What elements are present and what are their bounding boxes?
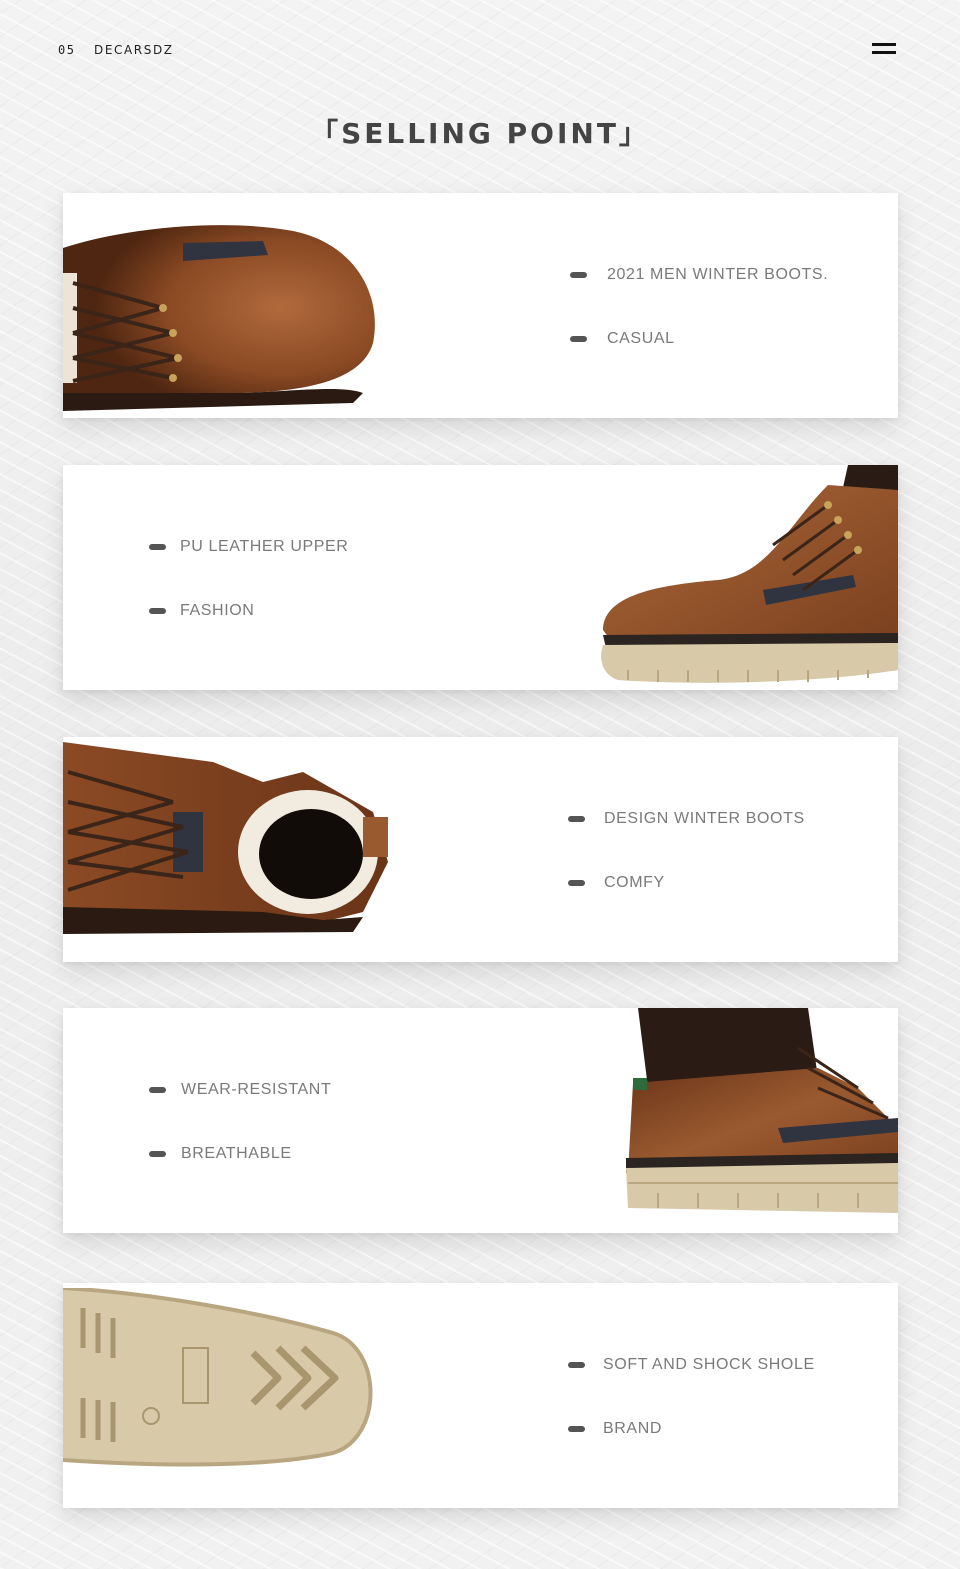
feature-text: SOFT AND SHOCK SHOLE [603,1356,815,1373]
boot-toe-image [63,225,375,411]
feature-text: 2021 MEN WINTER BOOTS. [607,266,829,283]
menu-icon[interactable] [870,41,898,59]
page-title: 「SELLING POINT」 [310,117,650,150]
feature-text: PU LEATHER UPPER [180,538,349,555]
feature-text: COMFY [604,874,665,891]
feature-text: CASUAL [607,330,675,347]
selling-point-card-4: WEAR-RESISTANT BREATHABLE [63,1008,898,1233]
dash-icon [568,1426,585,1432]
page-number: 05 [58,43,76,57]
dash-icon [149,1151,166,1157]
dash-icon [149,1087,166,1093]
dash-icon [570,272,587,278]
feature-text: WEAR-RESISTANT [181,1081,332,1098]
selling-point-card-1: 2021 MEN WINTER BOOTS. CASUAL [63,193,898,418]
dash-icon [568,816,585,822]
selling-point-card-2: PU LEATHER UPPER FASHION [63,465,898,690]
dash-icon [149,544,166,550]
header: 05 DECARSDZ [0,0,960,100]
feature-text: BREATHABLE [181,1145,292,1162]
dash-icon [149,608,166,614]
boot-outsole-image [63,1288,373,1467]
feature-text: DESIGN WINTER BOOTS [604,810,805,827]
selling-point-card-5: SOFT AND SHOCK SHOLE BRAND [63,1283,898,1508]
feature-text: BRAND [603,1420,663,1437]
brand-name: DECARSDZ [94,43,174,57]
boot-side-image [601,465,898,683]
dash-icon [568,880,585,886]
dash-icon [568,1362,585,1368]
boot-lining-image [63,742,388,934]
selling-point-card-3: DESIGN WINTER BOOTS COMFY [63,737,898,962]
feature-text: FASHION [180,602,255,619]
boot-heel-image [626,1008,898,1213]
dash-icon [570,336,587,342]
